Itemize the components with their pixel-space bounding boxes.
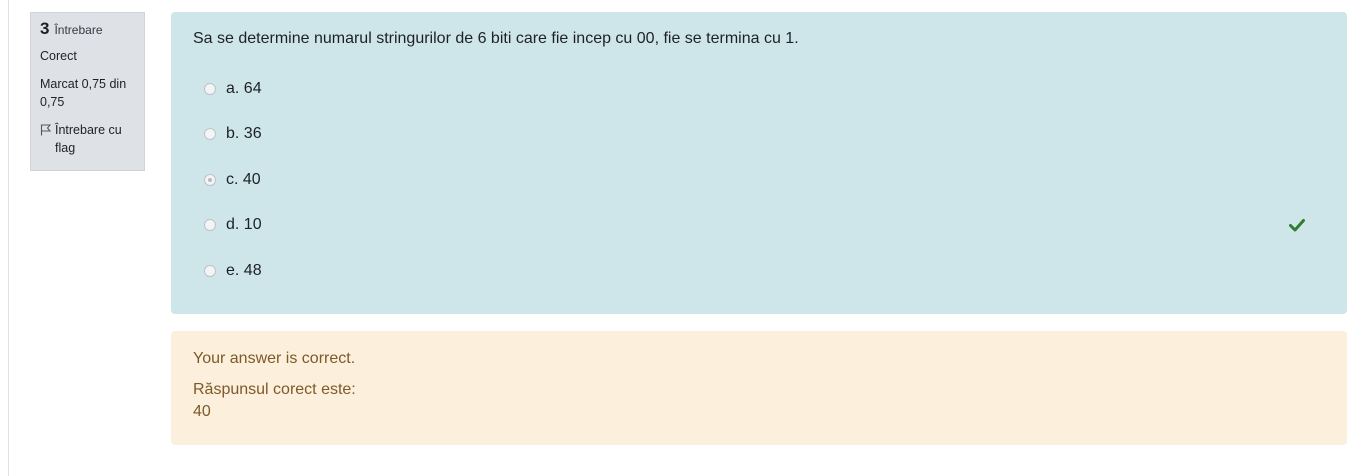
radio-e[interactable] — [204, 264, 216, 277]
option-label-a: a. 64 — [226, 79, 262, 97]
option-label-b: b. 36 — [226, 125, 262, 143]
answer-options: a. 64 b. 36 c. 40 d. 10 e. 48 — [193, 66, 1325, 294]
answer-option-d[interactable]: d. 10 — [193, 203, 1325, 249]
question-formulation: Sa se determine numarul stringurilor de … — [171, 12, 1347, 314]
option-label-e: e. 48 — [226, 261, 262, 279]
right-answer-value: 40 — [193, 403, 211, 420]
option-label-d: d. 10 — [226, 216, 262, 234]
answer-option-c[interactable]: c. 40 — [193, 157, 1325, 203]
question-number: 3 — [40, 19, 50, 38]
question-state: Corect — [40, 49, 77, 63]
answer-option-a[interactable]: a. 64 — [193, 66, 1325, 112]
check-icon — [1289, 219, 1305, 232]
radio-d[interactable] — [204, 219, 216, 232]
question-grade: Marcat 0,75 din 0,75 — [40, 77, 127, 109]
radio-b[interactable] — [204, 128, 216, 141]
right-answer-label: Răspunsul corect este: — [193, 381, 356, 398]
left-border — [8, 0, 9, 476]
question-info-panel: 3 Întrebare Corect Marcat 0,75 din 0,75 … — [30, 12, 145, 171]
flag-question-label: Întrebare cu flag — [55, 123, 122, 155]
answer-option-e[interactable]: e. 48 — [193, 248, 1325, 294]
question-number-heading: 3 Întrebare — [40, 20, 135, 39]
question-text: Sa se determine numarul stringurilor de … — [193, 30, 799, 47]
flag-icon — [40, 124, 51, 136]
feedback-result: Your answer is correct. — [193, 350, 356, 367]
flag-question-link[interactable]: Întrebare cu flag — [40, 121, 135, 157]
feedback-panel: Your answer is correct. Răspunsul corect… — [171, 331, 1347, 445]
option-label-c: c. 40 — [226, 170, 261, 188]
answer-option-b[interactable]: b. 36 — [193, 112, 1325, 158]
question-number-label: Întrebare — [54, 23, 103, 37]
radio-a[interactable] — [204, 82, 216, 95]
radio-c[interactable] — [204, 173, 216, 186]
